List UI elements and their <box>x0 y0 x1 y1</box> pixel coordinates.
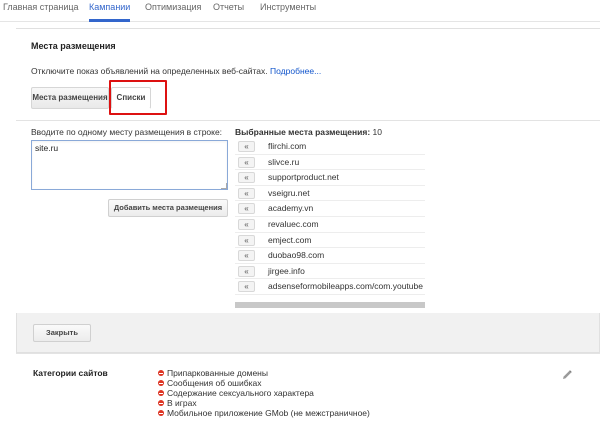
placement-url: adsenseformobileapps.com/com.youtube <box>268 281 423 292</box>
entry-label: Вводите по одному месту размещения в стр… <box>31 127 223 137</box>
pencil-icon[interactable] <box>561 369 573 381</box>
placement-url: supportproduct.net <box>268 172 339 183</box>
subtab-placements[interactable]: Места размещения <box>31 87 109 109</box>
placement-url: revaluec.com <box>268 218 319 229</box>
list-item: « slivce.ru <box>235 155 425 171</box>
remove-arrow-icon[interactable]: « <box>238 234 255 246</box>
top-navigation: Главная страница Кампании Оптимизация От… <box>0 0 600 22</box>
tab-optimization[interactable]: Оптимизация <box>145 0 201 22</box>
panel-description-text: Отключите показ объявлений на определенн… <box>31 66 268 76</box>
resize-handle-icon[interactable] <box>221 183 227 189</box>
placement-url: vseigru.net <box>268 187 310 198</box>
category-label: Сообщения об ошибках <box>167 378 262 388</box>
category-item: Припаркованные домены <box>158 368 268 378</box>
tab-campaigns[interactable]: Кампании <box>89 0 131 22</box>
list-item: « flirchi.com <box>235 139 425 155</box>
list-item: « revaluec.com <box>235 217 425 233</box>
category-item: Мобильное приложение GMob (не межстранич… <box>158 408 370 418</box>
category-item: Сообщения об ошибках <box>158 378 262 388</box>
learn-more-link[interactable]: Подробнее... <box>270 66 321 76</box>
placement-url: flirchi.com <box>268 141 307 151</box>
remove-arrow-icon[interactable]: « <box>238 250 255 262</box>
remove-arrow-icon[interactable]: « <box>238 141 255 152</box>
add-placements-button[interactable]: Добавить места размещения <box>108 199 228 217</box>
list-item: « jirgee.info <box>235 264 425 280</box>
placement-url: emject.com <box>268 234 312 245</box>
category-label: В играх <box>167 398 197 408</box>
remove-arrow-icon[interactable]: « <box>238 281 255 293</box>
selected-count: 10 <box>372 127 383 137</box>
remove-circle-icon[interactable] <box>158 390 164 396</box>
tab-reports[interactable]: Отчеты <box>213 0 244 22</box>
remove-circle-icon[interactable] <box>158 370 164 376</box>
category-label: Припаркованные домены <box>167 368 268 378</box>
category-item: В играх <box>158 398 197 408</box>
remove-circle-icon[interactable] <box>158 380 164 386</box>
placements-textarea[interactable]: site.ru <box>31 140 228 190</box>
remove-arrow-icon[interactable]: « <box>238 203 255 215</box>
remove-arrow-icon[interactable]: « <box>238 265 255 277</box>
list-item: « academy.vn <box>235 201 425 217</box>
selected-label: Выбранные места размещения: <box>235 127 371 137</box>
remove-arrow-icon[interactable]: « <box>238 187 255 199</box>
tab-tools[interactable]: Инструменты <box>260 0 316 22</box>
highlight-annotation <box>109 80 167 115</box>
category-item: Содержание сексуального характера <box>158 388 314 398</box>
panel-description: Отключите показ объявлений на определенн… <box>31 66 321 76</box>
remove-circle-icon[interactable] <box>158 400 164 406</box>
list-item: « vseigru.net <box>235 186 425 202</box>
placement-url: academy.vn <box>268 203 314 214</box>
close-button[interactable]: Закрыть <box>33 324 91 342</box>
selected-placements-list: « flirchi.com « slivce.ru « supportproduct.… <box>235 139 425 309</box>
remove-arrow-icon[interactable]: « <box>238 156 255 168</box>
category-label: Содержание сексуального характера <box>167 388 314 398</box>
list-item: « duobao98.com <box>235 248 425 264</box>
placement-url: jirgee.info <box>268 265 305 276</box>
placement-url: duobao98.com <box>268 250 325 261</box>
remove-arrow-icon[interactable]: « <box>238 172 255 184</box>
remove-circle-icon[interactable] <box>158 410 164 416</box>
placements-panel: Места размещения Отключите показ объявле… <box>16 29 600 121</box>
panel-title: Места размещения <box>31 41 116 51</box>
remove-arrow-icon[interactable]: « <box>238 218 255 230</box>
horizontal-scrollbar[interactable] <box>235 302 425 308</box>
selected-header: Выбранные места размещения: 10 <box>235 127 382 137</box>
tab-home[interactable]: Главная страница <box>3 0 79 22</box>
list-item: « supportproduct.net <box>235 170 425 186</box>
categories-title: Категории сайтов <box>33 368 108 378</box>
scrollbar-thumb[interactable] <box>235 302 425 308</box>
placement-url: slivce.ru <box>268 156 300 167</box>
list-item: « adsenseformobileapps.com/com.youtube <box>235 279 425 295</box>
list-item: « emject.com <box>235 233 425 249</box>
category-label: Мобильное приложение GMob (не межстранич… <box>167 408 370 418</box>
